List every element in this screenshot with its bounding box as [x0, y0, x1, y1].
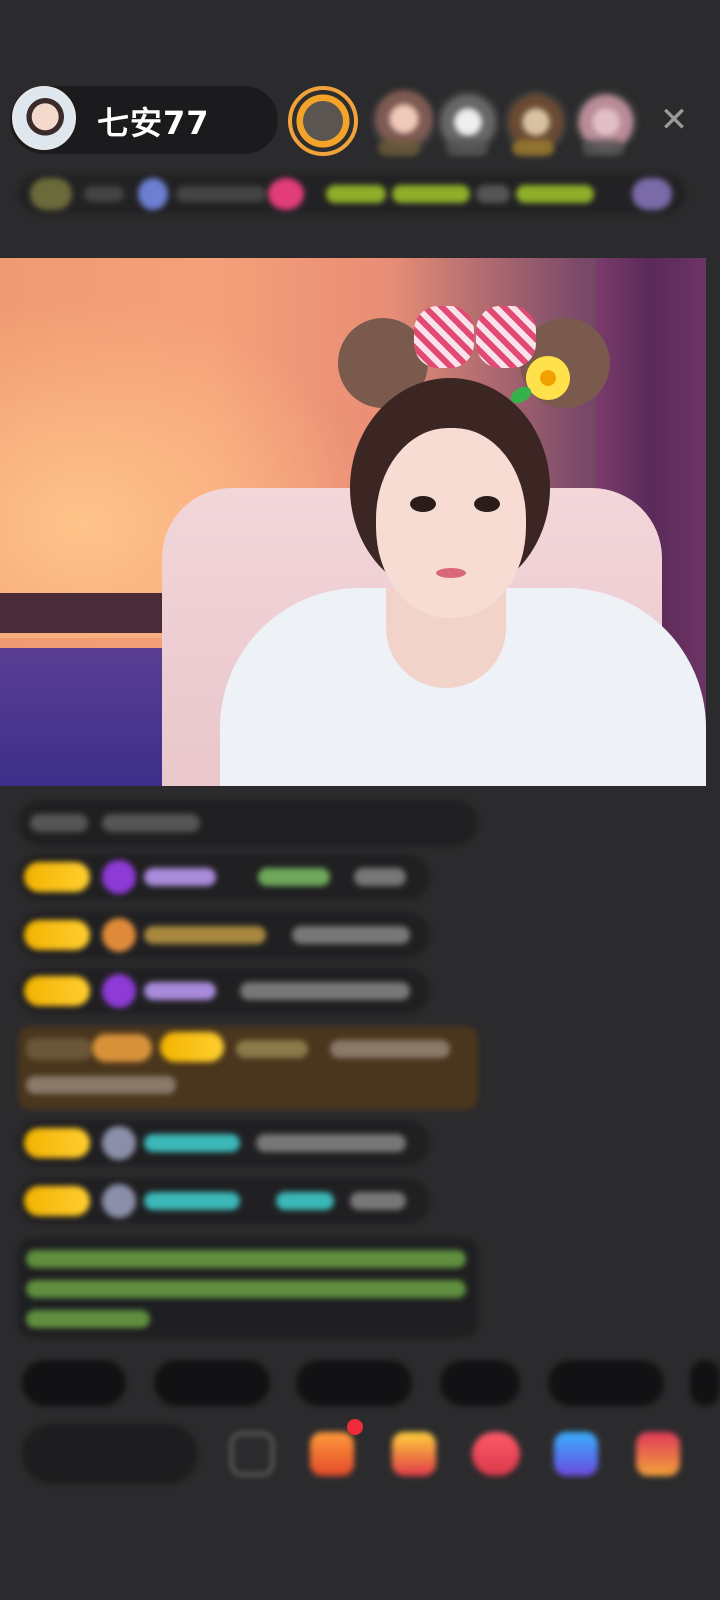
- user-avatar[interactable]: [102, 918, 136, 952]
- username[interactable]: [276, 1192, 334, 1210]
- username[interactable]: [144, 982, 216, 1000]
- level-badge: [24, 1186, 90, 1216]
- gift-badge: [92, 1034, 152, 1062]
- viewer-badge: [446, 140, 488, 156]
- announcement-text: [26, 1280, 466, 1298]
- chat-text: [354, 868, 406, 886]
- viewer-badge: [378, 140, 420, 156]
- live-video[interactable]: [0, 258, 706, 786]
- quick-reply-chip[interactable]: [440, 1360, 520, 1406]
- info-text: [392, 185, 470, 203]
- info-text: [476, 185, 510, 203]
- quick-reply-chip[interactable]: [690, 1360, 720, 1406]
- chat-text: [240, 982, 410, 1000]
- username[interactable]: [144, 1134, 240, 1152]
- quick-reply-chip[interactable]: [548, 1360, 664, 1406]
- eye-right: [474, 496, 500, 512]
- announcement-text: [26, 1310, 150, 1328]
- host-avatar[interactable]: [12, 86, 76, 150]
- gift-icon[interactable]: [472, 1432, 520, 1476]
- gift-icon[interactable]: [636, 1432, 680, 1476]
- user-avatar[interactable]: [102, 860, 136, 894]
- host-name: 七安77: [97, 104, 210, 142]
- level-badge: [24, 1128, 90, 1158]
- bow-left: [414, 306, 474, 368]
- user-avatar[interactable]: [102, 1184, 136, 1218]
- info-badge[interactable]: [268, 178, 304, 210]
- chat-text: [292, 926, 410, 944]
- info-badge[interactable]: [138, 178, 168, 210]
- quick-reply-chip[interactable]: [22, 1360, 126, 1406]
- gift-icon[interactable]: [392, 1432, 436, 1476]
- info-text: [84, 186, 124, 202]
- info-text: [326, 185, 386, 203]
- chat-text: [350, 1192, 406, 1210]
- lips: [436, 568, 466, 578]
- gift-badge: [26, 1038, 92, 1060]
- notification-dot: [347, 1419, 363, 1435]
- bow-right: [476, 306, 536, 368]
- chat-text: [256, 1134, 406, 1152]
- info-badge[interactable]: [632, 178, 672, 210]
- chat-text: [30, 814, 88, 832]
- user-avatar[interactable]: [102, 974, 136, 1008]
- level-badge: [24, 976, 90, 1006]
- viewer-badge: [512, 140, 554, 156]
- comment-input[interactable]: [22, 1424, 198, 1484]
- close-icon[interactable]: ✕: [656, 102, 692, 138]
- flower-sticker: [526, 356, 570, 400]
- username[interactable]: [144, 1192, 240, 1210]
- username[interactable]: [144, 926, 266, 944]
- chat-text: [330, 1040, 450, 1058]
- level-badge: [160, 1032, 224, 1062]
- level-badge: [24, 920, 90, 950]
- top-viewer-avatar[interactable]: [288, 86, 358, 156]
- info-text: [176, 186, 266, 202]
- eye-left: [410, 496, 436, 512]
- info-text: [516, 185, 594, 203]
- video-ledge: [0, 593, 170, 633]
- chat-text: [102, 814, 200, 832]
- quick-reply-chip[interactable]: [296, 1360, 412, 1406]
- user-avatar[interactable]: [102, 1126, 136, 1160]
- gift-icon[interactable]: [554, 1432, 598, 1476]
- username[interactable]: [144, 868, 216, 886]
- username[interactable]: [236, 1040, 308, 1058]
- viewer-badge: [582, 140, 624, 156]
- gift-icon[interactable]: [310, 1432, 354, 1476]
- username[interactable]: [258, 868, 330, 886]
- face: [376, 428, 526, 618]
- info-badge[interactable]: [30, 178, 72, 210]
- emoji-icon[interactable]: [230, 1432, 274, 1476]
- chat-text: [26, 1076, 176, 1094]
- announcement-text: [26, 1250, 466, 1268]
- quick-reply-chip[interactable]: [154, 1360, 270, 1406]
- level-badge: [24, 862, 90, 892]
